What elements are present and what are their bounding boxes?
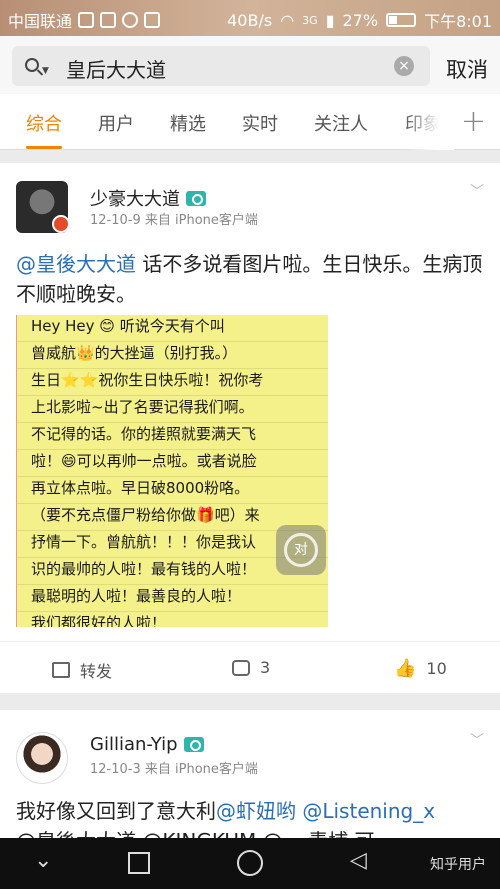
back-button[interactable]: ◁ [350, 848, 367, 873]
add-tab-icon[interactable]: + [461, 104, 486, 139]
active-tab-indicator [26, 146, 62, 149]
like-button[interactable]: 👍 10 [394, 658, 447, 679]
clock: 下午8:01 [424, 12, 492, 31]
chevron-down-icon[interactable]: ﹀ [470, 181, 484, 201]
tab-all[interactable]: 综合 [26, 110, 62, 136]
mention-link[interactable]: @虾妞哟 [216, 799, 296, 823]
post-image[interactable]: Hey Hey 😊 听说今天有个叫 曾威航👑的大挫逼（别打我。） 生日⭐⭐祝你生日快… [16, 315, 328, 627]
tab-featured[interactable]: 精选 [170, 110, 206, 136]
image-text-line: 啦！😄可以再帅一点啦。或者说脸 [31, 452, 257, 470]
do-not-disturb-icon [122, 12, 139, 28]
mention-link[interactable]: @Listening_x [302, 799, 435, 823]
status-bar: 中国联通 40B/s ◠ 3G ▮ 27% 下午8:01 [0, 0, 500, 36]
carrier-label: 中国联通 [8, 12, 73, 31]
wifi-icon: ◠ [280, 10, 295, 30]
image-text-line: 我们都很好的人啦！ [31, 614, 167, 627]
search-query[interactable]: 皇后大大道 [66, 54, 166, 83]
clear-icon[interactable]: × [394, 56, 414, 76]
tab-bar: 综合 用户 精选 实时 关注人 印象 + [0, 94, 500, 150]
recent-apps-button[interactable] [128, 852, 150, 874]
image-text-line: 生日⭐⭐祝你生日快乐啦！祝你考 [31, 371, 264, 389]
tab-fade [404, 94, 454, 150]
battery-icon [386, 13, 417, 27]
tab-realtime[interactable]: 实时 [242, 110, 278, 136]
post-card[interactable]: 少豪大大道 12-10-9 来自 iPhone客户端 ﹀ @皇後大大道 话不多说… [0, 163, 500, 693]
image-text: Hey Hey 😊 听说今天有个叫 曾威航👑的大挫逼（别打我。） 生日⭐⭐祝你生日快… [31, 315, 328, 627]
repost-icon [52, 662, 70, 678]
post-meta: 12-10-9 来自 iPhone客户端 [90, 213, 258, 228]
post-username[interactable]: Gillian-Yip [90, 734, 178, 755]
search-icon [25, 58, 39, 72]
search-input[interactable]: ▼ 皇后大大道 × [12, 46, 430, 86]
post-text: 我好像又回到了意大利@虾妞哟 @Listening_x [16, 799, 436, 823]
image-text-line: 曾威航👑的大挫逼（别打我。） [31, 344, 238, 362]
home-button[interactable] [237, 850, 263, 876]
chevron-down-icon[interactable]: ﹀ [470, 730, 484, 750]
tab-users[interactable]: 用户 [98, 110, 134, 136]
signal-icon: ▮ [325, 10, 335, 30]
post-actions: 转发 3 👍 10 [0, 641, 500, 693]
image-text-line: Hey Hey 😊 听说今天有个叫 [31, 317, 225, 335]
image-text-line: 再立体点啦。早日破8000粉咯。 [31, 479, 250, 497]
tab-following[interactable]: 关注人 [314, 110, 368, 136]
post-username[interactable]: 少豪大大道 [90, 185, 180, 211]
search-header: ▼ 皇后大大道 × 取消 [0, 36, 500, 94]
mention-link[interactable]: @皇後大大道 [16, 252, 136, 276]
verified-badge-icon [52, 215, 70, 233]
battery-percent: 27% [342, 10, 379, 30]
post-meta: 12-10-3 来自 iPhone客户端 [90, 762, 258, 777]
system-nav-bar: ⌄ ◁ 知乎用户 [0, 838, 500, 889]
vip-icon [183, 737, 204, 752]
vip-icon [186, 190, 206, 206]
avatar[interactable] [16, 732, 68, 784]
dropdown-caret-icon[interactable]: ▼ [42, 66, 49, 76]
post-text: @皇後大大道 话不多说看图片啦。生日快乐。生病顶不顺啦晚安。 [16, 252, 483, 306]
collapse-icon[interactable]: ⌄ [34, 848, 52, 873]
mail-icon [144, 12, 161, 28]
network-type: 3G [302, 13, 318, 27]
cancel-button[interactable]: 取消 [446, 54, 488, 84]
repost-button[interactable]: 转发 [52, 658, 112, 682]
network-speed: 40B/s [227, 10, 273, 30]
image-text-line: 上北影啦~出了名要记得我们啊。 [31, 398, 254, 416]
floating-assistant-button[interactable]: 对 [276, 525, 326, 575]
watermark: 知乎用户 [430, 857, 486, 873]
thumbs-up-icon: 👍 [394, 658, 417, 679]
image-text-line: 不记得的话。你的搓照就要满天飞 [31, 425, 257, 443]
comment-button[interactable]: 3 [232, 658, 270, 677]
notification-icon [78, 12, 95, 28]
image-notification-icon [100, 12, 117, 28]
comment-icon [232, 659, 250, 676]
image-text-line: 最聪明的人啦！最善良的人啦！ [31, 587, 242, 605]
